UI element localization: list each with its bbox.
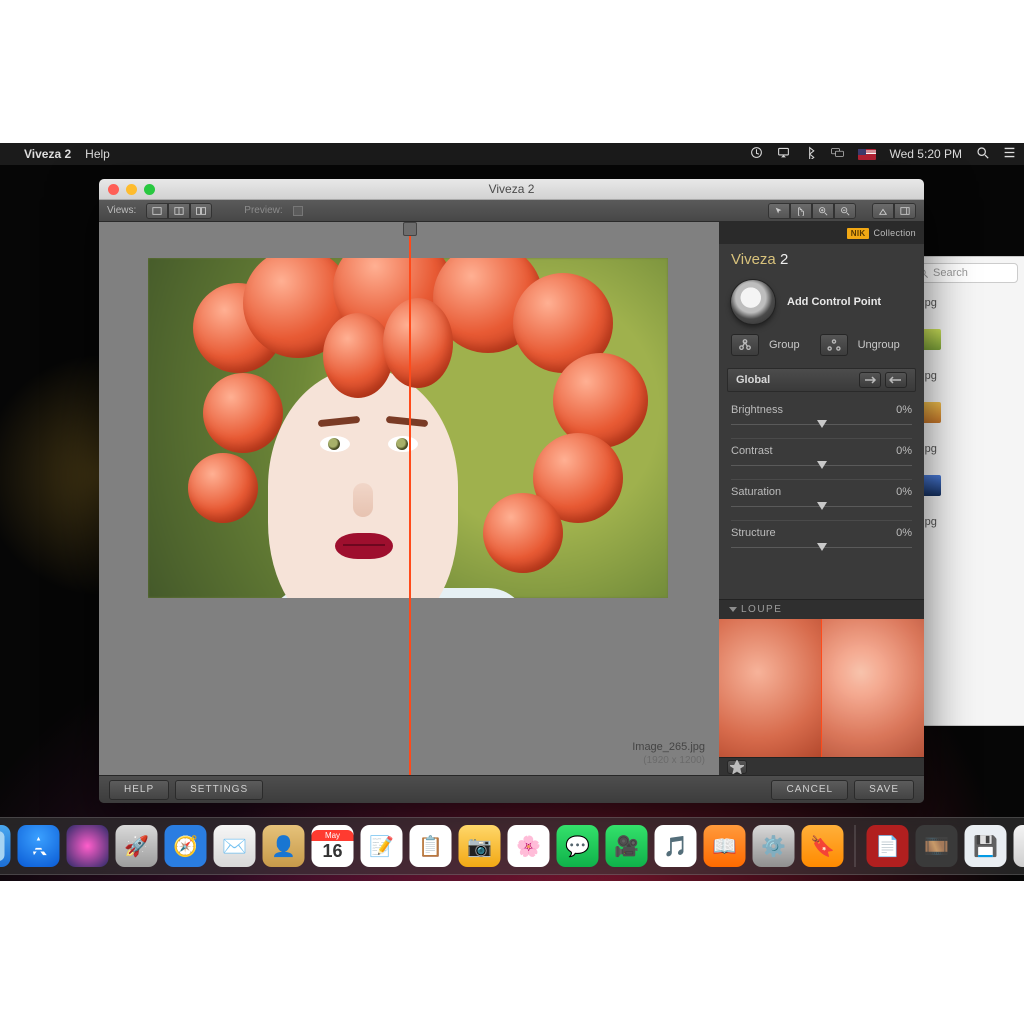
group-label: Group bbox=[769, 339, 800, 351]
dock-separator bbox=[855, 825, 856, 867]
window-close-button[interactable] bbox=[108, 184, 119, 195]
global-section-header[interactable]: Global bbox=[727, 368, 916, 392]
view-split-button[interactable] bbox=[168, 203, 190, 219]
dock-siri[interactable] bbox=[67, 825, 109, 867]
menubar-app-name[interactable]: Viveza 2 bbox=[24, 147, 71, 161]
dock-safari[interactable]: 🧭 bbox=[165, 825, 207, 867]
ungroup-button[interactable] bbox=[820, 334, 848, 356]
view-sidebyside-button[interactable] bbox=[190, 203, 212, 219]
sliders-list: Brightness0% Contrast0% Saturation0% Str… bbox=[719, 392, 924, 561]
loupe-preview[interactable] bbox=[719, 619, 924, 757]
menubar-help[interactable]: Help bbox=[85, 147, 110, 161]
dock-itunes[interactable]: 🎵 bbox=[655, 825, 697, 867]
panel-title: Viveza 2 bbox=[719, 244, 924, 280]
main-toolbar: Views: Preview: bbox=[99, 200, 924, 222]
dock-trash[interactable]: 🗑️ bbox=[1014, 825, 1024, 867]
dock-mail[interactable]: ✉️ bbox=[214, 825, 256, 867]
slider-structure[interactable]: Structure0% bbox=[731, 520, 912, 561]
brand-banner: NIKCollection bbox=[719, 222, 924, 244]
view-mode-segment bbox=[146, 203, 212, 219]
ungroup-label: Ungroup bbox=[858, 339, 900, 351]
preview-label: Preview: bbox=[244, 205, 282, 216]
tool-arrow[interactable] bbox=[768, 203, 790, 219]
input-source-flag-icon[interactable] bbox=[858, 149, 876, 160]
split-handle-grip[interactable] bbox=[403, 222, 417, 236]
image-metadata: Image_265.jpg (1920 x 1200) bbox=[632, 741, 705, 767]
dock-calendar[interactable]: May16 bbox=[312, 825, 354, 867]
spotlight-icon[interactable] bbox=[976, 146, 989, 162]
window-zoom-button[interactable] bbox=[144, 184, 155, 195]
dock-contacts[interactable]: 👤 bbox=[263, 825, 305, 867]
tool-hand[interactable] bbox=[790, 203, 812, 219]
dock-app-tag[interactable]: 🔖 bbox=[802, 825, 844, 867]
dock-notes[interactable]: 📝 bbox=[361, 825, 403, 867]
slider-brightness[interactable]: Brightness0% bbox=[731, 398, 912, 438]
settings-button[interactable]: SETTINGS bbox=[175, 780, 263, 800]
cancel-button[interactable]: CANCEL bbox=[771, 780, 848, 800]
slider-contrast[interactable]: Contrast0% bbox=[731, 438, 912, 479]
preview-image[interactable] bbox=[148, 258, 668, 598]
loupe-header[interactable]: LOUPE bbox=[719, 599, 924, 619]
dock-scanner[interactable]: 💾 bbox=[965, 825, 1007, 867]
dock-photo-booth[interactable]: 📷 bbox=[459, 825, 501, 867]
canvas-area[interactable]: Image_265.jpg (1920 x 1200) bbox=[99, 222, 719, 775]
dock-reminders[interactable]: 📋 bbox=[410, 825, 452, 867]
tool-zoom-in[interactable] bbox=[812, 203, 834, 219]
notification-center-icon[interactable] bbox=[1003, 146, 1016, 162]
finder-search-placeholder: Search bbox=[933, 267, 968, 279]
finder-search-input[interactable]: Search bbox=[911, 263, 1018, 283]
disclosure-triangle-icon bbox=[729, 607, 737, 612]
expand-button[interactable] bbox=[859, 372, 881, 388]
add-control-point-button[interactable] bbox=[731, 280, 775, 324]
reset-button[interactable] bbox=[885, 372, 907, 388]
dock-facetime[interactable]: 🎥 bbox=[606, 825, 648, 867]
help-button[interactable]: HELP bbox=[109, 780, 169, 800]
loupe-pin-button[interactable] bbox=[727, 760, 747, 774]
bluetooth-icon[interactable] bbox=[804, 146, 817, 162]
displays-icon[interactable] bbox=[831, 146, 844, 162]
window-titlebar[interactable]: Viveza 2 bbox=[99, 179, 924, 200]
dock-quicktime[interactable]: 🎞️ bbox=[916, 825, 958, 867]
group-button[interactable] bbox=[731, 334, 759, 356]
dock-launchpad[interactable]: 🚀 bbox=[116, 825, 158, 867]
menubar-status-icon[interactable] bbox=[750, 146, 763, 162]
macos-menubar: Viveza 2 Help Wed 5:20 PM bbox=[0, 143, 1024, 165]
tool-bg-select[interactable] bbox=[872, 203, 894, 219]
airplay-icon[interactable] bbox=[777, 146, 790, 162]
dock-messages[interactable]: 💬 bbox=[557, 825, 599, 867]
dock-finder[interactable] bbox=[0, 825, 11, 867]
image-filename: Image_265.jpg bbox=[632, 741, 705, 755]
window-title: Viveza 2 bbox=[99, 182, 924, 196]
menubar-clock[interactable]: Wed 5:20 PM bbox=[890, 147, 962, 161]
tool-zoom-out[interactable] bbox=[834, 203, 856, 219]
slider-saturation[interactable]: Saturation0% bbox=[731, 479, 912, 520]
preview-checkbox[interactable] bbox=[293, 206, 303, 216]
view-single-button[interactable] bbox=[146, 203, 168, 219]
window-footer: HELP SETTINGS CANCEL SAVE bbox=[99, 775, 924, 803]
image-dimensions: (1920 x 1200) bbox=[632, 755, 705, 768]
controls-panel: NIKCollection Viveza 2 Add Control Point… bbox=[719, 222, 924, 775]
views-label: Views: bbox=[107, 205, 136, 216]
viveza-window: Viveza 2 Views: Preview: bbox=[99, 179, 924, 803]
dock-app-store[interactable] bbox=[18, 825, 60, 867]
dock-adobe-reader[interactable]: 📄 bbox=[867, 825, 909, 867]
dock-photos[interactable]: 🌸 bbox=[508, 825, 550, 867]
window-minimize-button[interactable] bbox=[126, 184, 137, 195]
add-control-point-label: Add Control Point bbox=[787, 296, 881, 308]
split-divider[interactable] bbox=[409, 222, 411, 775]
macos-dock: 🚀 🧭 ✉️ 👤 May16 📝 📋 📷 🌸 💬 🎥 🎵 📖 ⚙️ 🔖 📄 🎞️… bbox=[0, 817, 1024, 875]
dock-ibooks[interactable]: 📖 bbox=[704, 825, 746, 867]
dock-system-preferences[interactable]: ⚙️ bbox=[753, 825, 795, 867]
panel-toggle-button[interactable] bbox=[894, 203, 916, 219]
save-button[interactable]: SAVE bbox=[854, 780, 914, 800]
